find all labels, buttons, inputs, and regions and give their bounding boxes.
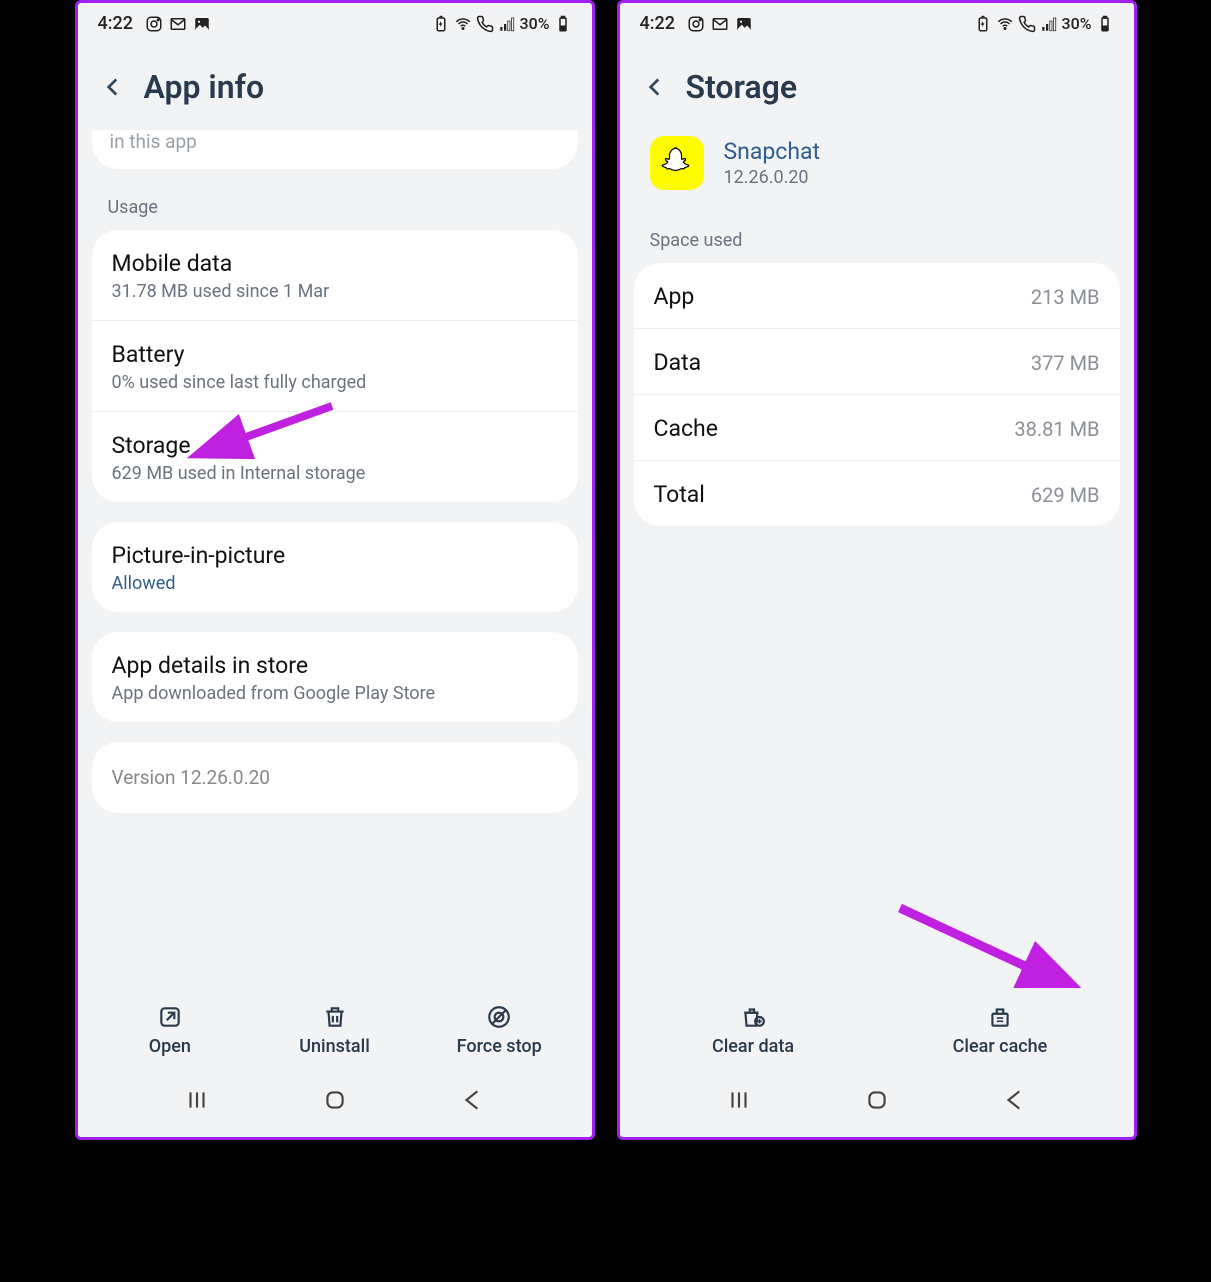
action-label: Open	[149, 1036, 191, 1057]
wifi-icon	[454, 15, 472, 33]
status-time: 4:22	[640, 13, 675, 34]
row-title: Mobile data	[112, 250, 558, 277]
battery-percent: 30%	[1062, 14, 1092, 33]
open-button[interactable]: Open	[88, 1004, 253, 1057]
action-label: Clear data	[712, 1036, 794, 1057]
row-store[interactable]: App details in store App downloaded from…	[92, 632, 578, 722]
status-bar: 4:22 30%	[78, 3, 592, 40]
arrow-annotation	[890, 898, 1060, 988]
instagram-icon	[687, 15, 705, 33]
header: Storage	[620, 40, 1134, 130]
navbar	[620, 1067, 1134, 1137]
nav-back[interactable]	[460, 1087, 486, 1117]
row-title: Picture-in-picture	[112, 542, 558, 569]
navbar	[78, 1067, 592, 1137]
row-title: Battery	[112, 341, 558, 368]
row-storage[interactable]: Storage 629 MB used in Internal storage	[92, 412, 578, 502]
row-title: Storage	[112, 432, 558, 459]
row-label: Total	[654, 481, 705, 508]
row-pip[interactable]: Picture-in-picture Allowed	[92, 522, 578, 612]
signal-icon	[1040, 15, 1058, 33]
nav-home[interactable]	[322, 1087, 348, 1117]
uninstall-button[interactable]: Uninstall	[252, 1004, 417, 1057]
call-icon	[1018, 15, 1036, 33]
back-button[interactable]	[642, 74, 668, 100]
nav-home[interactable]	[864, 1087, 890, 1117]
row-value: 629 MB	[1031, 483, 1100, 507]
row-label: Data	[654, 349, 702, 376]
bottom-actions: Open Uninstall Force stop	[78, 988, 592, 1067]
gmail-icon	[711, 15, 729, 33]
row-value: 377 MB	[1031, 351, 1100, 375]
row-app: App 213 MB	[634, 263, 1120, 329]
instagram-icon	[145, 15, 163, 33]
battery-saver-icon	[432, 15, 450, 33]
nav-recents[interactable]	[184, 1087, 210, 1117]
pip-card: Picture-in-picture Allowed	[92, 522, 578, 612]
action-label: Uninstall	[299, 1036, 370, 1057]
space-card: App 213 MB Data 377 MB Cache 38.81 MB To…	[634, 263, 1120, 526]
gmail-icon	[169, 15, 187, 33]
header: App info	[78, 40, 592, 130]
row-value: 38.81 MB	[1014, 417, 1099, 441]
signal-icon	[498, 15, 516, 33]
row-mobile-data[interactable]: Mobile data 31.78 MB used since 1 Mar	[92, 230, 578, 321]
app-version: 12.26.0.20	[724, 167, 821, 188]
force-stop-button[interactable]: Force stop	[417, 1004, 582, 1057]
call-icon	[476, 15, 494, 33]
nav-back[interactable]	[1002, 1087, 1028, 1117]
section-label-space: Space used	[634, 220, 1120, 263]
snapchat-icon	[650, 136, 704, 190]
image-icon	[193, 15, 211, 33]
action-label: Force stop	[457, 1036, 542, 1057]
app-header: Snapchat 12.26.0.20	[634, 130, 1120, 220]
action-label: Clear cache	[953, 1036, 1048, 1057]
status-time: 4:22	[98, 13, 133, 34]
back-button[interactable]	[100, 74, 126, 100]
row-battery[interactable]: Battery 0% used since last fully charged	[92, 321, 578, 412]
row-label: Cache	[654, 415, 718, 442]
battery-icon	[1096, 15, 1114, 33]
cutoff-card: in this app	[92, 130, 578, 169]
row-title: App details in store	[112, 652, 558, 679]
page-title: Storage	[686, 68, 798, 106]
left-screenshot: 4:22 30% App info in this app Usage Mobi…	[75, 0, 595, 1140]
app-name: Snapchat	[724, 138, 821, 165]
clear-cache-button[interactable]: Clear cache	[877, 1004, 1124, 1057]
row-total: Total 629 MB	[634, 461, 1120, 526]
wifi-icon	[996, 15, 1014, 33]
right-screenshot: 4:22 30% Storage Snapchat 12.26.0.20	[617, 0, 1137, 1140]
row-sub: App downloaded from Google Play Store	[112, 683, 558, 704]
battery-percent: 30%	[520, 14, 550, 33]
row-sub: Allowed	[112, 573, 558, 594]
version-card: Version 12.26.0.20	[92, 742, 578, 813]
store-card: App details in store App downloaded from…	[92, 632, 578, 722]
row-sub: 0% used since last fully charged	[112, 372, 558, 393]
row-sub: 31.78 MB used since 1 Mar	[112, 281, 558, 302]
battery-icon	[554, 15, 572, 33]
row-label: App	[654, 283, 695, 310]
row-cache: Cache 38.81 MB	[634, 395, 1120, 461]
image-icon	[735, 15, 753, 33]
page-title: App info	[144, 68, 265, 106]
bottom-actions: Clear data Clear cache	[620, 988, 1134, 1067]
status-bar: 4:22 30%	[620, 3, 1134, 40]
row-data: Data 377 MB	[634, 329, 1120, 395]
nav-recents[interactable]	[726, 1087, 752, 1117]
battery-saver-icon	[974, 15, 992, 33]
clear-data-button[interactable]: Clear data	[630, 1004, 877, 1057]
usage-card: Mobile data 31.78 MB used since 1 Mar Ba…	[92, 230, 578, 502]
row-value: 213 MB	[1031, 285, 1100, 309]
section-label-usage: Usage	[92, 187, 578, 230]
row-sub: 629 MB used in Internal storage	[112, 463, 558, 484]
